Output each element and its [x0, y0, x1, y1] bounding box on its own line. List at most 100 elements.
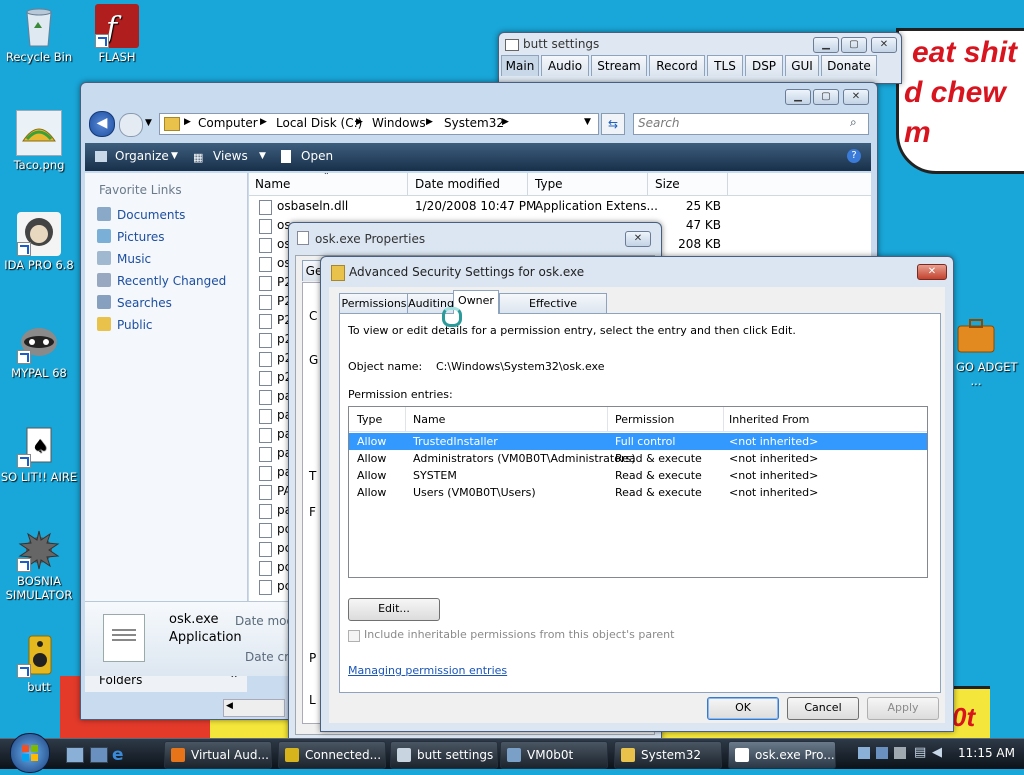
- taskbar-button[interactable]: osk.exe Pro...: [728, 741, 836, 769]
- organize-button[interactable]: Organize: [115, 149, 169, 163]
- nav-item-public[interactable]: Public: [97, 315, 153, 335]
- breadcrumb-system32[interactable]: System32: [444, 116, 504, 130]
- taskbar-button[interactable]: Connected...: [278, 741, 386, 769]
- wallpaper-text-line-3: m: [904, 116, 931, 149]
- column-header-size[interactable]: Size: [655, 177, 680, 191]
- internet-explorer-icon[interactable]: e: [112, 745, 124, 765]
- column-header-type[interactable]: Type: [357, 413, 382, 426]
- cancel-button[interactable]: Cancel: [787, 697, 859, 720]
- maximize-button[interactable]: ▢: [813, 89, 839, 105]
- breadcrumb-computer[interactable]: Computer: [198, 116, 258, 130]
- tray-icon[interactable]: [858, 747, 870, 759]
- desktop-icon-flash-player[interactable]: f FLASH PLAYER P...: [78, 4, 156, 64]
- close-button[interactable]: ✕: [843, 89, 869, 105]
- taskbar-button[interactable]: Virtual Aud...: [164, 741, 272, 769]
- inherit-checkbox[interactable]: [348, 630, 360, 642]
- butt-tab-gui[interactable]: GUI: [785, 55, 819, 76]
- nav-item-pictures[interactable]: Pictures: [97, 227, 165, 247]
- details-date-modified-label: Date mod: [235, 614, 295, 628]
- taskbar-button[interactable]: System32: [614, 741, 722, 769]
- application-file-icon: [103, 614, 145, 662]
- column-divider: [723, 407, 724, 431]
- permission-entry-row[interactable]: Allow TrustedInstaller Full control <not in…: [349, 433, 927, 450]
- nav-item-music[interactable]: Music: [97, 249, 151, 269]
- permission-entry-permission: Full control: [615, 435, 676, 448]
- minimize-button[interactable]: ▁: [813, 37, 839, 53]
- column-header-name[interactable]: Name: [413, 413, 445, 426]
- desktop-icon-ida-pro[interactable]: IDA PRO 6.8: [0, 212, 78, 272]
- permission-entry-inherited: <not inherited>: [729, 435, 819, 448]
- tab-effective-permissions[interactable]: Effective Permissions: [499, 293, 607, 330]
- column-header-name[interactable]: Name: [255, 177, 290, 191]
- maximize-button[interactable]: ▢: [841, 37, 867, 53]
- taskbar-button[interactable]: VM0b0t: [500, 741, 608, 769]
- permission-entry-row[interactable]: Allow SYSTEM Read & execute <not inherited>: [349, 467, 927, 484]
- managing-permissions-link[interactable]: Managing permission entries: [348, 664, 507, 677]
- desktop-icon-butt[interactable]: butt: [0, 634, 78, 694]
- taskbar-button-label: Virtual Aud...: [191, 748, 269, 762]
- start-button[interactable]: [10, 733, 50, 773]
- nav-item-recently-changed[interactable]: Recently Changed: [97, 271, 226, 291]
- butt-tab-main[interactable]: Main: [501, 55, 539, 76]
- column-header-inherited-from[interactable]: Inherited From: [729, 413, 809, 426]
- minimize-button[interactable]: ▁: [785, 89, 811, 105]
- switch-windows-icon[interactable]: [90, 747, 108, 763]
- recent-pages-chevron-icon[interactable]: ▼: [145, 118, 152, 128]
- command-toolbar: Organize ▼ ▦ Views ▼ Open ?: [85, 143, 871, 171]
- nav-item-documents[interactable]: Documents: [97, 205, 185, 225]
- column-header-permission[interactable]: Permission: [615, 413, 674, 426]
- column-header-type[interactable]: Type: [535, 177, 563, 191]
- butt-tab-audio[interactable]: Audio: [541, 55, 589, 76]
- details-file-type: Application: [169, 630, 242, 645]
- close-button[interactable]: ✕: [871, 37, 897, 53]
- tray-icon[interactable]: [894, 747, 906, 759]
- desktop-icon-mypal[interactable]: MYPAL 68: [0, 320, 78, 380]
- permission-entry-row[interactable]: Allow Users (VM0B0T\Users) Read & execute <…: [349, 484, 927, 501]
- show-desktop-icon[interactable]: [66, 747, 84, 763]
- butt-tab-donate[interactable]: Donate: [821, 55, 877, 76]
- address-bar[interactable]: ▶ Computer ▶ Local Disk (C:) ▶ Windows ▶…: [159, 113, 599, 135]
- open-button[interactable]: Open: [301, 149, 333, 163]
- permission-entry-row[interactable]: Allow Administrators (VM0B0T\Administrato…: [349, 450, 927, 467]
- taskbar-button-label: System32: [641, 748, 702, 762]
- file-row[interactable]: osbaseln.dll 1/20/2008 10:47 PM Applicatio…: [249, 197, 871, 216]
- forward-button[interactable]: [119, 113, 143, 137]
- column-header-date-modified[interactable]: Date modified: [415, 177, 500, 191]
- horizontal-scrollbar[interactable]: ◀: [223, 699, 285, 717]
- search-input[interactable]: Search ⌕: [633, 113, 869, 135]
- desktop-icon-taco[interactable]: Taco.png: [0, 110, 78, 172]
- close-button[interactable]: ✕: [625, 231, 651, 247]
- clock[interactable]: 11:15 AM: [958, 746, 1015, 760]
- nav-item-searches[interactable]: Searches: [97, 293, 172, 313]
- address-dropdown-icon[interactable]: ▼: [584, 117, 591, 127]
- file-icon: [259, 352, 272, 367]
- apply-button[interactable]: Apply: [867, 697, 939, 720]
- views-icon: ▦: [193, 151, 204, 164]
- butt-window-icon: [505, 39, 519, 51]
- help-icon[interactable]: ?: [847, 149, 861, 163]
- ok-button[interactable]: OK: [707, 697, 779, 720]
- butt-tab-stream[interactable]: Stream: [591, 55, 647, 76]
- network-icon[interactable]: ▤: [914, 745, 926, 760]
- desktop-icon-solitaire[interactable]: ♠ SO LIT!! AIRE: [0, 424, 78, 484]
- tab-permissions[interactable]: Permissions: [339, 293, 409, 314]
- refresh-button[interactable]: ⇆: [601, 113, 625, 135]
- desktop-icon-recycle-bin[interactable]: Recycle Bin: [0, 4, 78, 64]
- butt-tab-dsp[interactable]: DSP: [745, 55, 783, 76]
- edit-button[interactable]: Edit...: [348, 598, 440, 621]
- searches-icon: [97, 295, 111, 309]
- breadcrumb-local-disk[interactable]: Local Disk (C:): [276, 116, 362, 130]
- desktop-icon-label: butt: [27, 680, 51, 694]
- tray-icon[interactable]: [876, 747, 888, 759]
- pictures-icon: [97, 229, 111, 243]
- butt-tab-tls[interactable]: TLS: [707, 55, 743, 76]
- back-button[interactable]: ◀: [89, 111, 115, 137]
- butt-tab-record[interactable]: Record: [649, 55, 705, 76]
- views-button[interactable]: Views: [213, 149, 248, 163]
- permission-entries-list[interactable]: Type Name Permission Inherited From Allo…: [348, 406, 928, 578]
- close-button[interactable]: ✕: [917, 264, 947, 280]
- taskbar-button[interactable]: butt settings: [390, 741, 498, 769]
- desktop-icon-bosnia-simulator[interactable]: BOSNIA SIMULATOR: [0, 528, 78, 602]
- volume-icon[interactable]: ◀: [932, 745, 942, 760]
- breadcrumb-windows[interactable]: Windows: [372, 116, 426, 130]
